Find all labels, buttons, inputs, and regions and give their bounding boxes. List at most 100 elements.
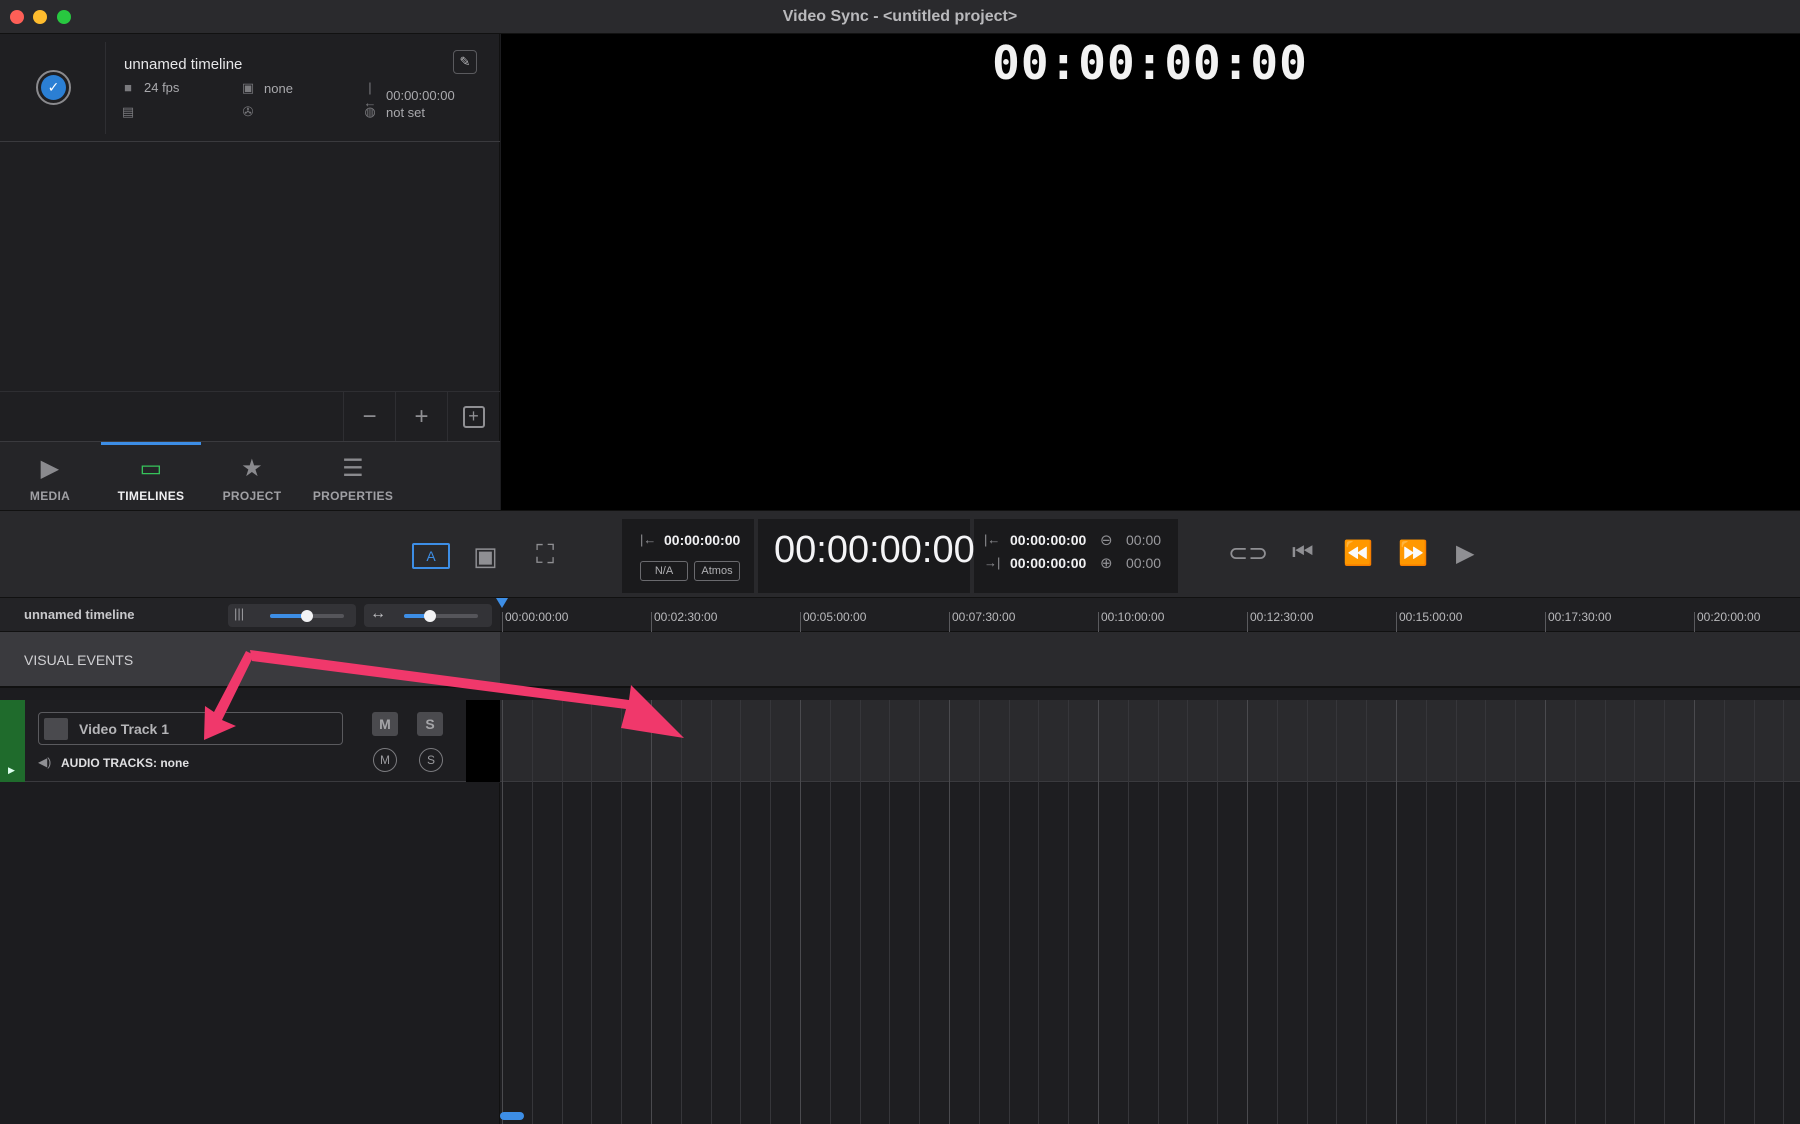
audio-mute-button[interactable]: M bbox=[373, 748, 397, 772]
minus-circle-icon[interactable]: ⊖ bbox=[1100, 531, 1113, 549]
checkmark-icon: ✓ bbox=[41, 75, 66, 100]
grid-line bbox=[1485, 700, 1487, 1124]
grid-line bbox=[1187, 700, 1189, 1124]
start-tc-value: 00:00:00:00 bbox=[386, 87, 455, 103]
reel-meta: ✇ bbox=[240, 104, 256, 120]
track-color-strip[interactable]: ▶ bbox=[0, 700, 25, 782]
timeline-header-name: unnamed timeline bbox=[24, 607, 135, 622]
speaker-icon: ◀) bbox=[38, 755, 52, 769]
ruler-tick-label: 00:02:30:00 bbox=[654, 610, 718, 624]
grid-line bbox=[1574, 700, 1576, 1124]
audio-mute-label: M bbox=[380, 753, 390, 767]
track-headers-empty-area bbox=[0, 783, 500, 1124]
grid-line bbox=[740, 700, 742, 1124]
timelines-panel: ✓ unnamed timeline ■ 24 fps ▣ none |← 00… bbox=[0, 34, 500, 510]
grid-line bbox=[1783, 700, 1785, 1124]
grid-line bbox=[1515, 700, 1517, 1124]
video-solo-button[interactable]: S bbox=[417, 712, 443, 736]
link-icon[interactable]: ⊂⊃ bbox=[1228, 539, 1268, 568]
track-divider-strip bbox=[466, 700, 500, 782]
video-mute-button[interactable]: M bbox=[372, 712, 398, 736]
grid-line bbox=[591, 700, 593, 1124]
region-value: not set bbox=[386, 104, 426, 120]
timeline-ruler[interactable]: 00:00:00:00 00:02:30:00 00:05:00:00 00:07:3… bbox=[500, 598, 1800, 632]
playhead[interactable] bbox=[496, 598, 508, 608]
panel-tabs: ▶ MEDIA ▭ TIMELINES ★ PROJECT ☰ PROPERTI… bbox=[0, 441, 500, 510]
in-point-icon: |← bbox=[640, 532, 657, 547]
rewind-icon[interactable]: ⏪ bbox=[1343, 539, 1373, 568]
timeline-header: unnamed timeline ||| ↔ bbox=[0, 598, 500, 632]
tab-label: TIMELINES bbox=[117, 489, 185, 503]
audio-tracks-label: AUDIO TRACKS: none bbox=[61, 756, 189, 770]
title-bar: Video Sync - <untitled project> bbox=[0, 0, 1800, 34]
divider bbox=[105, 42, 106, 134]
media-icon: ▶ bbox=[40, 455, 60, 482]
timeline-selected-checkbox[interactable]: ✓ bbox=[36, 70, 71, 105]
atmos-badge[interactable]: Atmos bbox=[694, 561, 740, 581]
remove-timeline-button[interactable]: − bbox=[343, 392, 395, 442]
ruler-tick bbox=[502, 612, 503, 632]
offset-plus-value: 00:00 bbox=[1126, 555, 1162, 571]
picture-in-picture-icon[interactable]: ▣ bbox=[473, 541, 498, 572]
fullscreen-icon[interactable]: ⛶ bbox=[536, 539, 554, 571]
document-meta: ▤ bbox=[120, 104, 136, 120]
tab-label: MEDIA bbox=[29, 489, 71, 503]
horizontal-zoom-slider[interactable] bbox=[423, 610, 436, 622]
waveform-zoom-slider[interactable] bbox=[301, 610, 313, 622]
go-to-start-icon[interactable]: ⏮ bbox=[1292, 539, 1314, 567]
track-name-field[interactable]: Video Track 1 bbox=[38, 712, 343, 745]
frame-format-icon: ▣ bbox=[241, 80, 255, 95]
grid-line bbox=[651, 700, 652, 1124]
add-box-icon: + bbox=[462, 406, 485, 428]
ruler-tick bbox=[1396, 612, 1397, 632]
in-timecode[interactable]: 00:00:00:00 bbox=[664, 532, 740, 548]
grid-line bbox=[1127, 700, 1129, 1124]
grid-line bbox=[680, 700, 682, 1124]
add-timeline-button[interactable]: + bbox=[395, 392, 447, 442]
pencil-icon: ✎ bbox=[459, 54, 471, 69]
grid-line bbox=[1038, 700, 1040, 1124]
edit-timeline-button[interactable]: ✎ bbox=[453, 50, 477, 74]
fast-forward-icon[interactable]: ⏩ bbox=[1398, 539, 1428, 568]
ruler-tick bbox=[651, 612, 652, 632]
ruler-tick-label: 00:07:30:00 bbox=[952, 610, 1016, 624]
tab-media[interactable]: ▶ MEDIA bbox=[0, 442, 100, 511]
offset-minus-value: 00:00 bbox=[1126, 532, 1162, 548]
range-out-timecode[interactable]: 00:00:00:00 bbox=[1010, 555, 1086, 571]
tab-project[interactable]: ★ PROJECT bbox=[202, 442, 302, 511]
video-track-header: ▶ Video Track 1 M S M S ◀) AUDIO TRACKS:… bbox=[0, 700, 500, 782]
ruler-tick-label: 00:10:00:00 bbox=[1101, 610, 1165, 624]
plus-circle-icon[interactable]: ⊕ bbox=[1100, 554, 1113, 572]
na-badge[interactable]: N/A bbox=[640, 561, 688, 581]
visual-events-lane[interactable] bbox=[500, 632, 1800, 688]
window-title: Video Sync - <untitled project> bbox=[782, 8, 1018, 25]
timeline-list-item[interactable]: ✓ unnamed timeline ■ 24 fps ▣ none |← 00… bbox=[0, 34, 500, 142]
viewer-timecode: 00:00:00:00 bbox=[992, 36, 1308, 90]
waveform-icon: ||| bbox=[234, 606, 245, 621]
grid-line bbox=[859, 700, 861, 1124]
grid-line bbox=[1068, 700, 1070, 1124]
globe-icon: ◍ bbox=[364, 104, 376, 119]
na-label: N/A bbox=[654, 565, 674, 577]
range-timecode-box: |← 00:00:00:00 →| 00:00:00:00 ⊖ 00:00 ⊕ … bbox=[974, 519, 1178, 593]
grid-line bbox=[829, 700, 831, 1124]
range-in-timecode[interactable]: 00:00:00:00 bbox=[1010, 532, 1086, 548]
timeline-scroll-handle[interactable] bbox=[500, 1112, 524, 1120]
ruler-tick-label: 00:12:30:00 bbox=[1250, 610, 1314, 624]
track-name: Video Track 1 bbox=[79, 721, 170, 737]
play-icon[interactable]: ▶ bbox=[1456, 539, 1474, 568]
a-mode-button[interactable]: A bbox=[412, 543, 450, 569]
audio-solo-button[interactable]: S bbox=[419, 748, 443, 772]
video-viewer[interactable]: 00:00:00:00 bbox=[501, 34, 1800, 510]
grid-line bbox=[1098, 700, 1099, 1124]
ruler-tick bbox=[1694, 612, 1695, 632]
grid-line bbox=[1008, 700, 1010, 1124]
duplicate-timeline-button[interactable]: + bbox=[447, 392, 499, 442]
expand-triangle-icon[interactable]: ▶ bbox=[8, 765, 15, 776]
main-timecode[interactable]: 00:00:00:00 bbox=[774, 529, 975, 572]
ruler-tick-label: 00:17:30:00 bbox=[1548, 610, 1612, 624]
grid-line bbox=[1366, 700, 1368, 1124]
tab-timelines[interactable]: ▭ TIMELINES bbox=[101, 442, 201, 511]
tab-properties[interactable]: ☰ PROPERTIES bbox=[303, 442, 403, 511]
horizontal-arrows-icon: ↔ bbox=[370, 605, 386, 622]
